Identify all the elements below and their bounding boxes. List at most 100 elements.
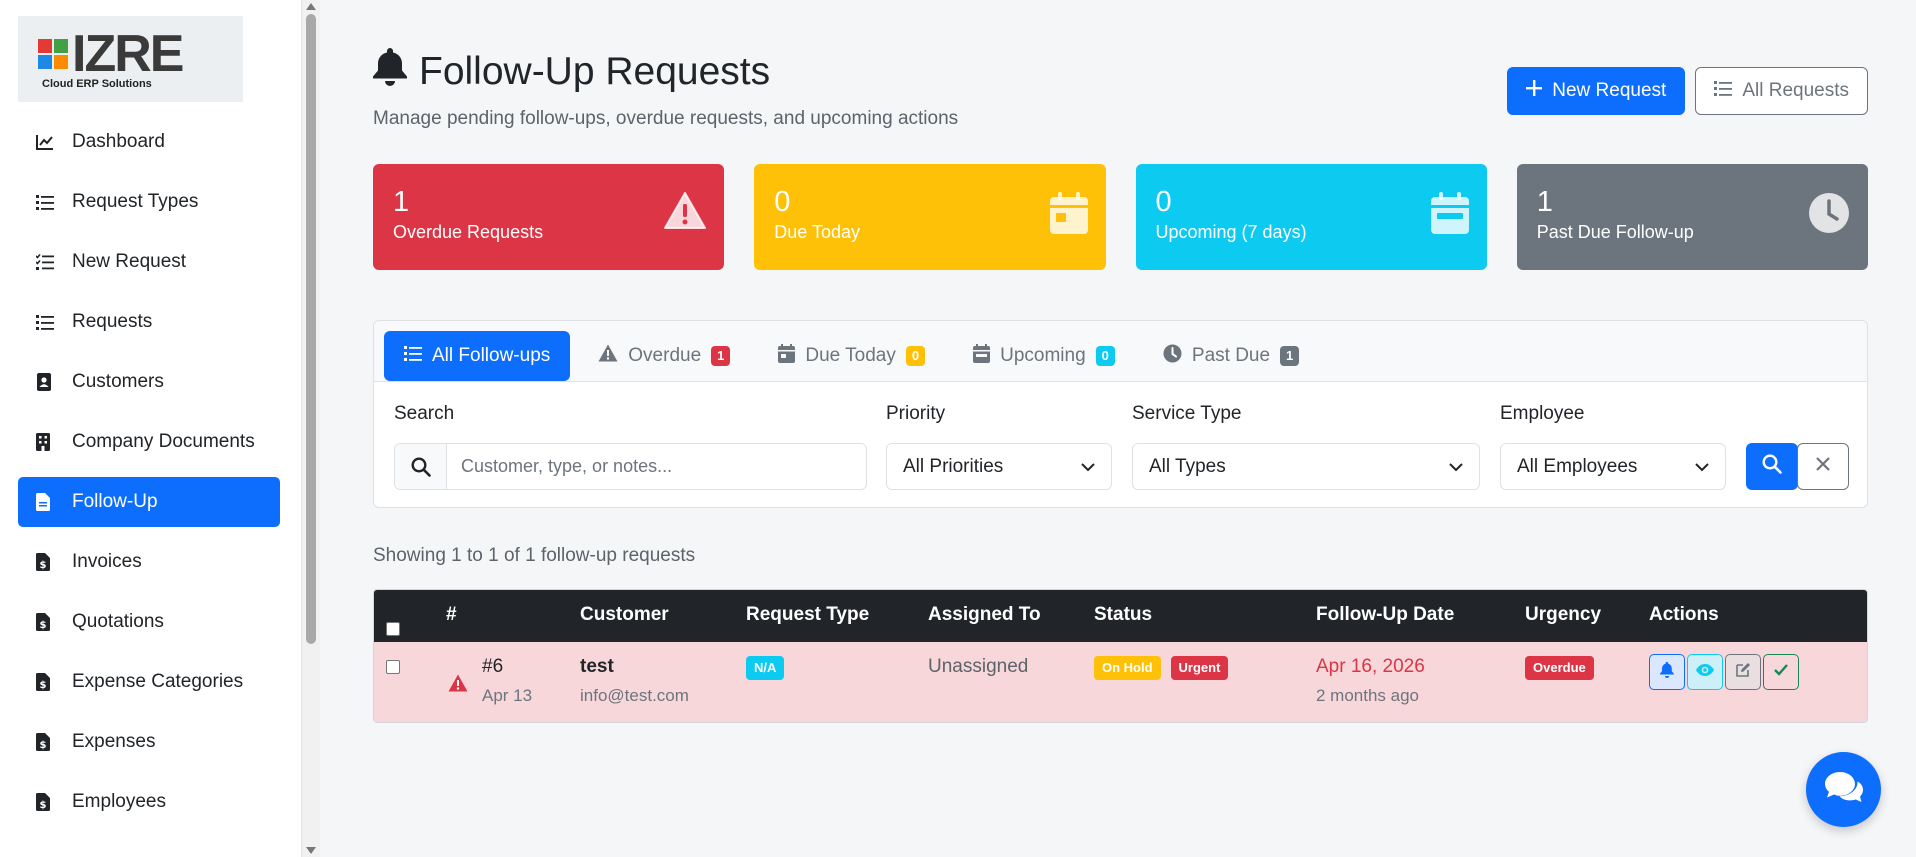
sidebar-item-quotations[interactable]: $ Quotations: [18, 597, 280, 647]
sidebar-item-label: Expenses: [72, 731, 156, 752]
stat-label: Upcoming (7 days): [1155, 222, 1307, 242]
mark-complete-button[interactable]: [1763, 654, 1799, 690]
svg-text:$: $: [40, 620, 47, 631]
stat-value: 1: [1536, 186, 1553, 218]
tab-due-today[interactable]: Due Today 0: [758, 331, 945, 381]
table-row[interactable]: #6 Apr 13 test info@test.com N/A Unassig…: [374, 642, 1867, 722]
apply-filters-button[interactable]: [1746, 443, 1798, 490]
svg-text:$: $: [40, 740, 47, 751]
list-check-icon: [36, 252, 62, 272]
calendar-week-icon: [973, 343, 991, 369]
stat-label: Overdue Requests: [393, 222, 544, 242]
edit-icon: [1735, 662, 1751, 683]
edit-button[interactable]: [1725, 654, 1761, 690]
row-request-type-badge: N/A: [746, 656, 785, 680]
row-customer-name[interactable]: test: [580, 656, 614, 678]
list-icon: [36, 312, 62, 332]
column-header-follow-up-date[interactable]: Follow-Up Date: [1316, 604, 1454, 626]
tab-label: Past Due: [1191, 345, 1271, 366]
plus-icon: [1526, 80, 1543, 102]
column-header-urgency[interactable]: Urgency: [1525, 604, 1601, 626]
svg-text:$: $: [40, 800, 47, 811]
row-customer-email: info@test.com: [580, 686, 689, 705]
stat-label: Past Due Follow-up: [1536, 222, 1694, 242]
file-invoice-dollar-icon: $: [36, 672, 62, 692]
column-header-customer[interactable]: Customer: [580, 604, 669, 626]
employee-select[interactable]: All Employees: [1500, 443, 1726, 490]
results-summary: Showing 1 to 1 of 1 follow-up requests: [373, 545, 696, 566]
table-header: # Customer Request Type Assigned To Stat…: [374, 590, 1867, 642]
sidebar-item-invoices[interactable]: $ Invoices: [18, 537, 280, 587]
all-requests-button[interactable]: All Requests: [1695, 67, 1868, 115]
priority-select[interactable]: All Priorities: [886, 443, 1112, 490]
check-icon: [1774, 663, 1788, 681]
sidebar-item-dashboard[interactable]: Dashboard: [18, 117, 280, 167]
sidebar-item-new-request[interactable]: New Request: [18, 237, 280, 287]
list-icon: [404, 345, 422, 367]
page-title: Follow-Up Requests: [373, 48, 770, 96]
chart-line-icon: [36, 132, 62, 152]
priority-select-value: All Priorities: [903, 455, 1004, 477]
file-invoice-dollar-icon: $: [36, 552, 62, 572]
brand-logo[interactable]: IZRE Cloud ERP Solutions: [18, 16, 243, 102]
sidebar-item-label: Follow-Up: [72, 491, 158, 512]
priority-badge: Urgent: [1170, 656, 1229, 680]
sidebar-item-expense-categories[interactable]: $ Expense Categories: [18, 657, 280, 707]
list-icon: [1714, 80, 1733, 102]
tab-past-due[interactable]: Past Due 1: [1143, 331, 1319, 381]
row-urgency-badge: Overdue: [1525, 656, 1594, 680]
search-input[interactable]: [447, 444, 866, 489]
tab-count-badge: 1: [711, 346, 731, 366]
header-actions: New Request All Requests: [1507, 67, 1868, 115]
view-button[interactable]: [1687, 654, 1723, 690]
sidebar-item-label: Quotations: [72, 611, 164, 632]
row-follow-up-relative: 2 months ago: [1316, 686, 1420, 705]
filter-form: Search Priority All Priorities Service T…: [394, 403, 1849, 503]
column-header-status[interactable]: Status: [1094, 604, 1152, 626]
svg-text:$: $: [40, 560, 47, 571]
sidebar-item-label: Expense Categories: [72, 671, 244, 692]
sidebar-item-label: Dashboard: [72, 131, 165, 152]
address-book-icon: [36, 372, 62, 392]
column-header-id[interactable]: #: [446, 604, 457, 626]
warning-triangle-icon: [664, 192, 707, 235]
row-follow-up-date: Apr 16, 2026: [1316, 656, 1425, 677]
row-checkbox[interactable]: [386, 660, 400, 674]
logo-text: IZRE: [72, 25, 184, 83]
send-reminder-button[interactable]: [1649, 654, 1685, 690]
search-icon: [395, 444, 447, 489]
sidebar-item-requests[interactable]: Requests: [18, 297, 280, 347]
logo-mark-icon: [38, 39, 68, 69]
stat-value: 0: [774, 186, 791, 218]
sidebar-item-follow-up[interactable]: Follow-Up: [18, 477, 280, 527]
sidebar-item-request-types[interactable]: Request Types: [18, 177, 280, 227]
tab-all-follow-ups[interactable]: All Follow-ups: [384, 331, 571, 381]
priority-label: Priority: [886, 403, 946, 424]
service-type-select-value: All Types: [1149, 455, 1226, 477]
follow-up-table: # Customer Request Type Assigned To Stat…: [373, 589, 1868, 723]
sidebar-item-expenses[interactable]: $ Expenses: [18, 717, 280, 767]
clear-filters-button[interactable]: [1797, 443, 1849, 490]
stat-label: Due Today: [774, 222, 860, 242]
warning-triangle-icon: [448, 674, 468, 697]
sidebar-item-customers[interactable]: Customers: [18, 357, 280, 407]
scrollbar-thumb[interactable]: [306, 14, 316, 644]
stat-card-due-today: 0 Due Today: [754, 164, 1106, 270]
row-id[interactable]: #6: [482, 656, 503, 678]
scroll-down-arrow-icon[interactable]: [306, 847, 316, 854]
tab-overdue[interactable]: Overdue 1: [578, 331, 750, 381]
sidebar-item-company-documents[interactable]: Company Documents: [18, 417, 280, 467]
stats-row: 1 Overdue Requests 0 Due Today 0 Upcomin…: [373, 164, 1868, 270]
sidebar-item-employees[interactable]: $ Employees: [18, 777, 280, 827]
column-header-assigned-to[interactable]: Assigned To: [928, 604, 1041, 626]
chat-button[interactable]: [1806, 752, 1881, 827]
service-type-select[interactable]: All Types: [1132, 443, 1480, 490]
tab-label: Due Today: [805, 345, 896, 366]
svg-text:$: $: [40, 680, 47, 691]
tab-upcoming[interactable]: Upcoming 0: [953, 331, 1135, 381]
column-header-request-type[interactable]: Request Type: [746, 604, 869, 626]
sidebar-scrollbar[interactable]: [302, 0, 320, 857]
stat-value: 0: [1155, 186, 1172, 218]
new-request-button[interactable]: New Request: [1507, 67, 1686, 115]
scroll-up-arrow-icon[interactable]: [306, 3, 316, 10]
